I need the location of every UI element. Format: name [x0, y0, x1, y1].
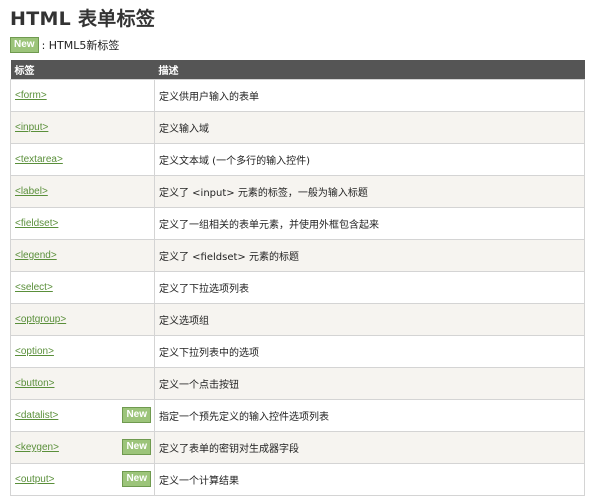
description-cell: 定义输入域 [154, 111, 585, 144]
page-title: HTML 表单标签 [10, 8, 156, 30]
tag-link[interactable]: <output> [15, 474, 54, 485]
tag-cell: <legend> [10, 239, 155, 272]
table-row: <keygen> New 定义了表单的密钥对生成器字段 [10, 431, 585, 464]
description-cell: 定义了 <input> 元素的标签，一般为输入标题 [154, 175, 585, 208]
table-row: <option> 定义下拉列表中的选项 [10, 335, 585, 368]
table-row: <output> New 定义一个计算结果 [10, 463, 585, 496]
table-row: <fieldset> 定义了一组相关的表单元素，并使用外框包含起来 [10, 207, 585, 240]
tag-link[interactable]: <select> [15, 282, 53, 293]
table-row: <textarea> 定义文本域 (一个多行的输入控件) [10, 143, 585, 176]
tag-link[interactable]: <button> [15, 378, 54, 389]
tag-cell: <form> [10, 79, 155, 112]
table-body: <form> 定义供用户输入的表单 <input> 定义输入域 <textarea> 定义… [10, 79, 585, 496]
column-header-desc: 描述 [154, 60, 585, 80]
table-row: <button> 定义一个点击按钮 [10, 367, 585, 400]
tag-link[interactable]: <fieldset> [15, 218, 58, 229]
tag-link[interactable]: <form> [15, 90, 47, 101]
table-row: <input> 定义输入域 [10, 111, 585, 144]
tag-cell: <optgroup> [10, 303, 155, 336]
description-cell: 定义文本域 (一个多行的输入控件) [154, 143, 585, 176]
table-row: <label> 定义了 <input> 元素的标签，一般为输入标题 [10, 175, 585, 208]
description-cell: 定义了一组相关的表单元素，并使用外框包含起来 [154, 207, 585, 240]
tag-cell: <keygen> New [10, 431, 155, 464]
legend-text: : HTML5新标签 [41, 39, 120, 52]
description-cell: 定义供用户输入的表单 [154, 79, 585, 112]
column-header-tag: 标签 [10, 60, 155, 80]
tag-link[interactable]: <legend> [15, 250, 57, 261]
new-badge: New [122, 471, 151, 487]
tag-cell: <fieldset> [10, 207, 155, 240]
table-row: <legend> 定义了 <fieldset> 元素的标题 [10, 239, 585, 272]
tag-link[interactable]: <keygen> [15, 442, 59, 453]
description-cell: 定义下拉列表中的选项 [154, 335, 585, 368]
table-header-row: 标签 描述 [10, 60, 585, 80]
table-row: <optgroup> 定义选项组 [10, 303, 585, 336]
tag-link[interactable]: <datalist> [15, 410, 58, 421]
description-cell: 定义选项组 [154, 303, 585, 336]
table-row: <form> 定义供用户输入的表单 [10, 79, 585, 112]
page: HTML 表单标签 New : HTML5新标签 标签 描述 <form> 定义供… [0, 0, 594, 496]
tag-link[interactable]: <option> [15, 346, 54, 357]
tag-link[interactable]: <textarea> [15, 154, 63, 165]
description-cell: 定义了 <fieldset> 元素的标题 [154, 239, 585, 272]
tag-cell: <select> [10, 271, 155, 304]
new-badge: New [122, 439, 151, 455]
description-cell: 定义了下拉选项列表 [154, 271, 585, 304]
new-badge-legend: New [10, 37, 39, 53]
tag-cell: <label> [10, 175, 155, 208]
tag-cell: <button> [10, 367, 155, 400]
tag-cell: <option> [10, 335, 155, 368]
tag-cell: <input> [10, 111, 155, 144]
table-row: <datalist> New 指定一个预先定义的输入控件选项列表 [10, 399, 585, 432]
description-cell: 定义了表单的密钥对生成器字段 [154, 431, 585, 464]
tag-cell: <datalist> New [10, 399, 155, 432]
description-cell: 定义一个点击按钮 [154, 367, 585, 400]
description-cell: 指定一个预先定义的输入控件选项列表 [154, 399, 585, 432]
tag-link[interactable]: <input> [15, 122, 48, 133]
tag-cell: <textarea> [10, 143, 155, 176]
tag-link[interactable]: <optgroup> [15, 314, 66, 325]
table-row: <select> 定义了下拉选项列表 [10, 271, 585, 304]
tags-table: 标签 描述 <form> 定义供用户输入的表单 <input> 定义输入域 <texta… [10, 60, 585, 496]
tag-link[interactable]: <label> [15, 186, 48, 197]
tag-cell: <output> New [10, 463, 155, 496]
description-cell: 定义一个计算结果 [154, 463, 585, 496]
legend-row: New : HTML5新标签 [10, 37, 585, 53]
new-badge: New [122, 407, 151, 423]
